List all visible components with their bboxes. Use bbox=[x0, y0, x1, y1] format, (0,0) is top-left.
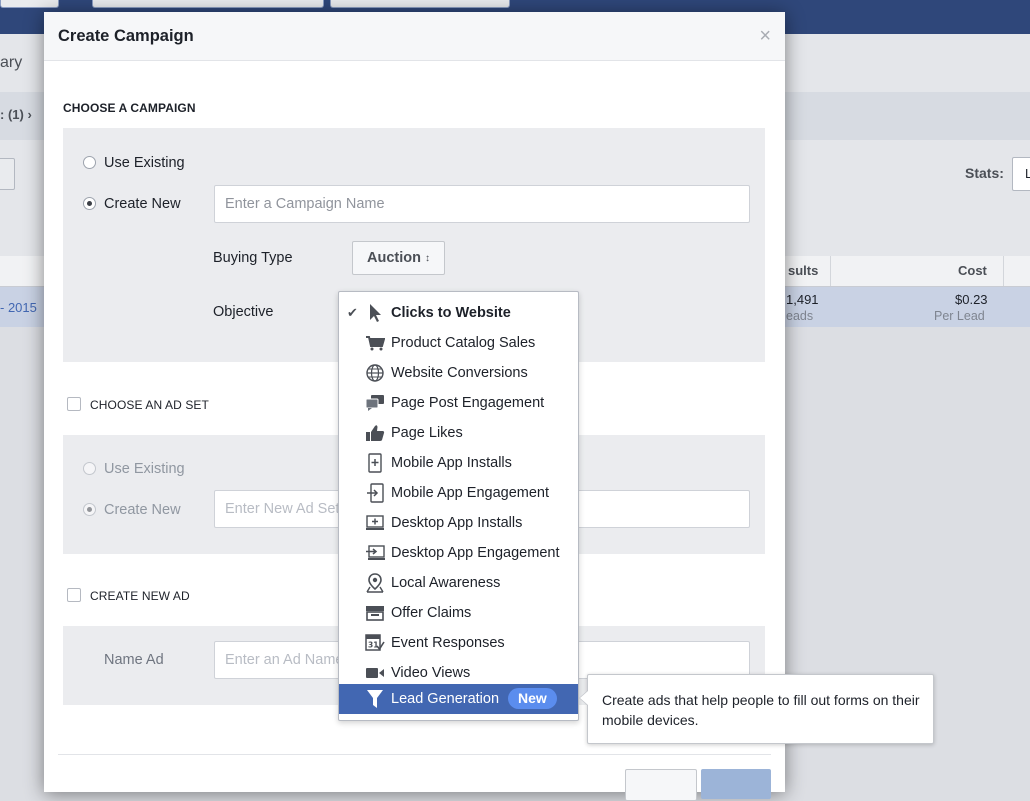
stats-select-value: L bbox=[1025, 166, 1030, 181]
nav-button[interactable] bbox=[92, 0, 324, 8]
dialog-header: Create Campaign × bbox=[44, 12, 785, 61]
video-camera-icon bbox=[365, 663, 385, 683]
objective-option-page-post-engagement[interactable]: Page Post Engagement bbox=[339, 388, 578, 418]
objective-option-product-catalog-sales[interactable]: Product Catalog Sales bbox=[339, 328, 578, 358]
objective-option-label: Page Post Engagement bbox=[391, 395, 545, 411]
column-header-results[interactable]: sults bbox=[788, 263, 818, 278]
campaign-create-new-label[interactable]: Create New bbox=[104, 196, 181, 212]
nav-button[interactable] bbox=[330, 0, 510, 8]
campaign-use-existing-radio[interactable] bbox=[83, 156, 96, 169]
ad-set-create-new-radio[interactable] bbox=[83, 503, 96, 516]
objective-option-page-likes[interactable]: Page Likes bbox=[339, 418, 578, 448]
create-new-ad-checkbox[interactable] bbox=[67, 588, 81, 602]
objective-option-local-awareness[interactable]: Local Awareness bbox=[339, 568, 578, 598]
objective-option-lead-generation[interactable]: Lead Generation New bbox=[339, 684, 578, 714]
column-divider bbox=[830, 256, 831, 286]
ad-set-use-existing-label[interactable]: Use Existing bbox=[104, 461, 185, 477]
objective-option-label: Desktop App Installs bbox=[391, 515, 523, 531]
mobile-install-icon bbox=[365, 453, 385, 473]
stats-label: Stats: bbox=[965, 165, 1004, 181]
objective-description-tooltip: Create ads that help people to fill out … bbox=[579, 674, 934, 744]
name-ad-label: Name Ad bbox=[104, 652, 164, 668]
objective-option-label: Lead Generation bbox=[391, 691, 500, 707]
ad-set-create-new-label[interactable]: Create New bbox=[104, 502, 181, 518]
filter-chip-partial: : (1) › bbox=[0, 107, 32, 122]
objective-option-label: Local Awareness bbox=[391, 575, 501, 591]
choose-campaign-heading: CHOOSE A CAMPAIGN bbox=[63, 101, 196, 115]
objective-option-label: Clicks to Website bbox=[391, 305, 511, 321]
row-cost-unit: Per Lead bbox=[934, 309, 985, 323]
ad-set-use-existing-radio[interactable] bbox=[83, 462, 96, 475]
funnel-icon bbox=[365, 689, 385, 709]
row-date-partial: - 2015 bbox=[0, 300, 37, 315]
objective-option-label: Page Likes bbox=[391, 425, 463, 441]
objective-option-website-conversions[interactable]: Website Conversions bbox=[339, 358, 578, 388]
campaign-name-input[interactable] bbox=[214, 185, 750, 223]
stats-select[interactable]: L bbox=[1012, 157, 1030, 191]
column-divider bbox=[1003, 256, 1004, 286]
choose-ad-set-heading[interactable]: CHOOSE AN AD SET bbox=[90, 398, 209, 412]
objective-option-desktop-app-installs[interactable]: Desktop App Installs bbox=[339, 508, 578, 538]
speech-bubbles-icon bbox=[365, 393, 385, 413]
row-cost-value: $0.23 bbox=[955, 292, 988, 307]
close-icon[interactable]: × bbox=[759, 25, 771, 48]
objective-option-desktop-app-engagement[interactable]: Desktop App Engagement bbox=[339, 538, 578, 568]
desktop-engage-icon bbox=[365, 543, 385, 563]
objective-option-mobile-app-engagement[interactable]: Mobile App Engagement bbox=[339, 478, 578, 508]
location-pin-icon bbox=[365, 573, 385, 593]
choose-ad-set-checkbox[interactable] bbox=[67, 397, 81, 411]
dialog-footer-divider bbox=[58, 754, 771, 755]
continue-button[interactable] bbox=[701, 769, 771, 799]
cursor-icon bbox=[365, 303, 385, 323]
mobile-engage-icon bbox=[365, 483, 385, 503]
row-results-unit: eads bbox=[786, 309, 814, 323]
buying-type-value: Auction bbox=[367, 250, 421, 266]
column-header-cost[interactable]: Cost bbox=[958, 263, 987, 278]
objective-option-mobile-app-installs[interactable]: Mobile App Installs bbox=[339, 448, 578, 478]
row-results-value: 1,491 bbox=[786, 292, 819, 307]
breadcrumb-partial: ary bbox=[0, 54, 23, 71]
cancel-button[interactable] bbox=[625, 769, 697, 801]
toolbar-button[interactable] bbox=[0, 158, 15, 190]
buying-type-label: Buying Type bbox=[213, 250, 293, 266]
objective-option-label: Mobile App Installs bbox=[391, 455, 512, 471]
objective-option-label: Website Conversions bbox=[391, 365, 528, 381]
dialog-title: Create Campaign bbox=[58, 27, 194, 45]
objective-option-label: Event Responses bbox=[391, 635, 505, 651]
thumbs-up-icon bbox=[365, 423, 385, 443]
objective-dropdown: ✔ Clicks to Website Product Catalog Sale… bbox=[338, 291, 579, 721]
storefront-icon bbox=[365, 603, 385, 623]
cart-icon bbox=[365, 333, 385, 353]
new-badge: New bbox=[508, 688, 557, 709]
objective-option-label: Video Views bbox=[391, 665, 471, 681]
objective-label: Objective bbox=[213, 304, 274, 320]
calendar-icon: 31 bbox=[365, 633, 385, 653]
buying-type-select[interactable]: Auction ↕ bbox=[352, 241, 445, 275]
desktop-install-icon bbox=[365, 513, 385, 533]
objective-option-clicks-to-website[interactable]: ✔ Clicks to Website bbox=[339, 298, 578, 328]
nav-button[interactable] bbox=[0, 0, 59, 8]
objective-option-label: Product Catalog Sales bbox=[391, 335, 536, 351]
objective-option-label: Mobile App Engagement bbox=[391, 485, 549, 501]
objective-option-event-responses[interactable]: 31 Event Responses bbox=[339, 628, 578, 658]
objective-option-offer-claims[interactable]: Offer Claims bbox=[339, 598, 578, 628]
svg-text:31: 31 bbox=[368, 641, 378, 650]
objective-option-label: Desktop App Engagement bbox=[391, 545, 560, 561]
campaign-use-existing-label[interactable]: Use Existing bbox=[104, 155, 185, 171]
globe-icon bbox=[365, 363, 385, 383]
objective-option-label: Offer Claims bbox=[391, 605, 472, 621]
sort-caret-icon: ↕ bbox=[424, 252, 430, 264]
create-new-ad-heading[interactable]: CREATE NEW AD bbox=[90, 589, 190, 603]
tooltip-text: Create ads that help people to fill out … bbox=[602, 692, 920, 728]
checkmark-icon: ✔ bbox=[347, 305, 358, 320]
campaign-create-new-radio[interactable] bbox=[83, 197, 96, 210]
